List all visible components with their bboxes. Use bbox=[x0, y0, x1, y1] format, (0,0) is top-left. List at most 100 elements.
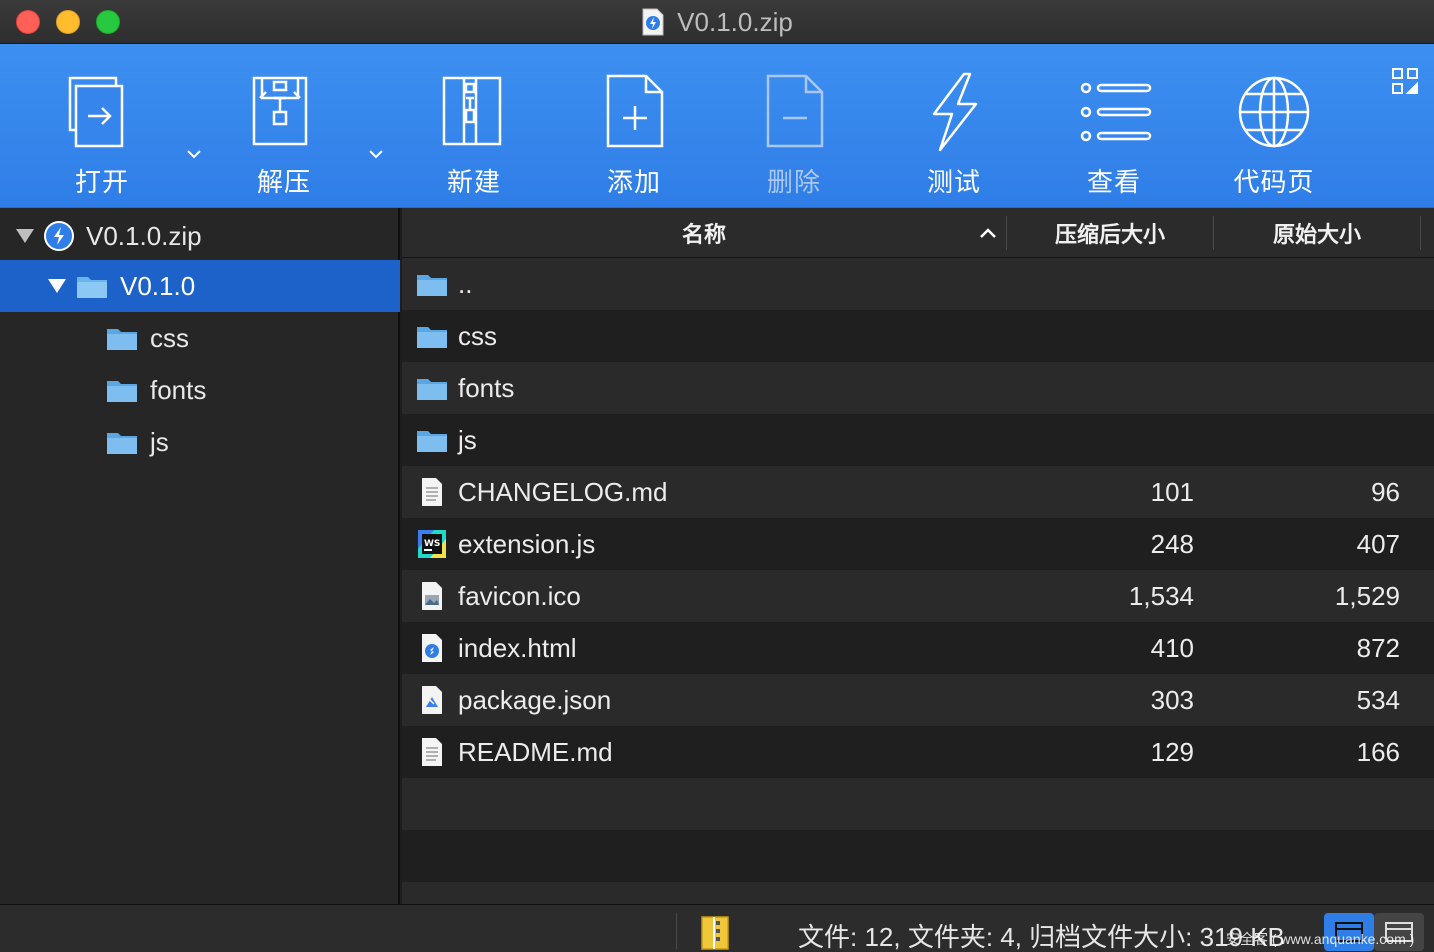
column-header-name[interactable]: 名称 bbox=[402, 208, 1006, 258]
zip-document-icon bbox=[642, 8, 664, 36]
extract-icon bbox=[252, 76, 308, 146]
row-compressed-size: 129 bbox=[1150, 737, 1194, 767]
text-file-icon bbox=[422, 478, 442, 506]
tree-item-css[interactable]: css bbox=[0, 312, 400, 364]
row-name: favicon.ico bbox=[458, 581, 581, 611]
table-row[interactable]: js bbox=[402, 414, 1434, 466]
row-original-size: 407 bbox=[1356, 529, 1400, 559]
folder-icon bbox=[107, 433, 137, 454]
row-name: js bbox=[458, 425, 477, 455]
extract-menu-chevron-icon[interactable] bbox=[366, 144, 386, 164]
open-label: 打开 bbox=[74, 167, 129, 197]
tree-item-js[interactable]: js bbox=[0, 416, 400, 468]
tree-item-label: css bbox=[150, 322, 189, 353]
empty-row bbox=[402, 778, 1434, 830]
open-menu-chevron-icon[interactable] bbox=[184, 144, 204, 164]
open-icon bbox=[68, 76, 124, 148]
json-file-icon bbox=[422, 686, 442, 714]
table-row[interactable]: fonts bbox=[402, 362, 1434, 414]
row-original-size: 96 bbox=[1371, 477, 1400, 507]
archive-zip-icon bbox=[701, 916, 729, 950]
row-name: css bbox=[458, 321, 497, 351]
status-bar: 文件: 12, 文件夹: 4, 归档文件大小: 319 KB 安全客 ( www… bbox=[0, 904, 1434, 952]
tree-item-label: V0.1.0.zip bbox=[86, 220, 202, 251]
codepage-globe-icon bbox=[1238, 76, 1310, 148]
table-row[interactable]: WS extension.js 248 407 bbox=[402, 518, 1434, 570]
add-file-button[interactable]: 添加 bbox=[574, 72, 694, 200]
window-title-area: V0.1.0.zip bbox=[0, 6, 1434, 38]
table-row[interactable]: index.html 410 872 bbox=[402, 622, 1434, 674]
row-original-size: 166 bbox=[1356, 737, 1400, 767]
folder-icon bbox=[107, 381, 137, 402]
tree-item-label: V0.1.0 bbox=[120, 270, 196, 301]
view-label: 查看 bbox=[1086, 167, 1141, 197]
row-name: CHANGELOG.md bbox=[458, 477, 668, 507]
codepage-button[interactable]: 代码页 bbox=[1214, 72, 1334, 200]
text-file-icon bbox=[422, 738, 442, 766]
codepage-label: 代码页 bbox=[1233, 167, 1315, 197]
extract-button[interactable]: 解压 bbox=[224, 72, 344, 200]
new-archive-button[interactable]: 新建 bbox=[414, 72, 534, 200]
row-name: index.html bbox=[458, 633, 577, 663]
delete-file-icon bbox=[766, 74, 824, 148]
view-list-icon bbox=[1080, 82, 1152, 142]
table-row[interactable]: CHANGELOG.md 101 96 bbox=[402, 466, 1434, 518]
folder-icon bbox=[107, 329, 137, 350]
row-name: .. bbox=[458, 269, 473, 299]
tree-item-root-folder[interactable]: V0.1.0 bbox=[0, 260, 400, 312]
layout-grid-icon[interactable] bbox=[1390, 66, 1420, 96]
table-row[interactable]: css bbox=[402, 310, 1434, 362]
column-header-original-size[interactable]: 原始大小 bbox=[1214, 208, 1420, 258]
watermark-text: 安全客 ( www.anquanke.com ) bbox=[1226, 931, 1415, 947]
folder-icon bbox=[417, 275, 447, 296]
window-title: V0.1.0.zip bbox=[677, 6, 793, 37]
html-file-icon bbox=[422, 634, 442, 662]
file-list: 名称 压缩后大小 原始大小 .. css fonts js CHANGELOG.… bbox=[402, 208, 1434, 934]
empty-row bbox=[402, 830, 1434, 882]
sort-ascending-chevron-icon[interactable] bbox=[978, 224, 998, 242]
test-lightning-icon bbox=[932, 72, 978, 152]
new-archive-icon bbox=[442, 76, 502, 146]
expand-triangle-icon[interactable] bbox=[48, 279, 66, 293]
webstorm-file-icon: WS bbox=[418, 530, 446, 558]
folder-icon bbox=[417, 379, 447, 400]
svg-text:WS: WS bbox=[424, 539, 440, 549]
image-file-icon bbox=[422, 582, 442, 610]
tree-item-archive[interactable]: V0.1.0.zip bbox=[0, 210, 400, 262]
tree-item-fonts[interactable]: fonts bbox=[0, 364, 400, 416]
row-name: README.md bbox=[458, 737, 613, 767]
test-button[interactable]: 测试 bbox=[894, 72, 1014, 200]
table-row[interactable]: favicon.ico 1,534 1,529 bbox=[402, 570, 1434, 622]
archive-icon bbox=[44, 221, 74, 251]
list-rows: .. css fonts js CHANGELOG.md 101 96 WS e… bbox=[402, 258, 1434, 934]
row-compressed-size: 410 bbox=[1150, 633, 1194, 663]
folder-icon bbox=[77, 277, 107, 298]
expand-triangle-icon[interactable] bbox=[16, 229, 34, 243]
extract-label: 解压 bbox=[256, 167, 311, 197]
title-bar: V0.1.0.zip bbox=[0, 0, 1434, 44]
open-button[interactable]: 打开 bbox=[42, 72, 162, 200]
list-header: 名称 压缩后大小 原始大小 bbox=[402, 208, 1434, 258]
new-archive-label: 新建 bbox=[446, 167, 501, 197]
folder-icon bbox=[417, 431, 447, 452]
table-row[interactable]: package.json 303 534 bbox=[402, 674, 1434, 726]
status-summary: 文件: 12, 文件夹: 4, 归档文件大小: 319 KB bbox=[798, 922, 1285, 952]
toolbar: 打开 解压 新建 添加 删除 测试 查看 代码页 bbox=[0, 44, 1434, 208]
tree-item-label: fonts bbox=[150, 374, 207, 405]
row-compressed-size: 248 bbox=[1150, 529, 1194, 559]
row-compressed-size: 1,534 bbox=[1128, 581, 1194, 611]
table-row[interactable]: .. bbox=[402, 258, 1434, 310]
column-header-compressed-size[interactable]: 压缩后大小 bbox=[1007, 208, 1213, 258]
tree-item-label: js bbox=[150, 426, 169, 457]
add-file-label: 添加 bbox=[606, 167, 661, 197]
view-button[interactable]: 查看 bbox=[1054, 72, 1174, 200]
row-compressed-size: 303 bbox=[1150, 685, 1194, 715]
row-name: extension.js bbox=[458, 529, 596, 559]
delete-file-button[interactable]: 删除 bbox=[734, 72, 854, 200]
row-name: fonts bbox=[458, 373, 515, 403]
table-row[interactable]: README.md 129 166 bbox=[402, 726, 1434, 778]
status-separator bbox=[676, 913, 677, 949]
delete-file-label: 删除 bbox=[766, 167, 821, 197]
row-original-size: 534 bbox=[1356, 685, 1400, 715]
row-name: package.json bbox=[458, 685, 612, 715]
